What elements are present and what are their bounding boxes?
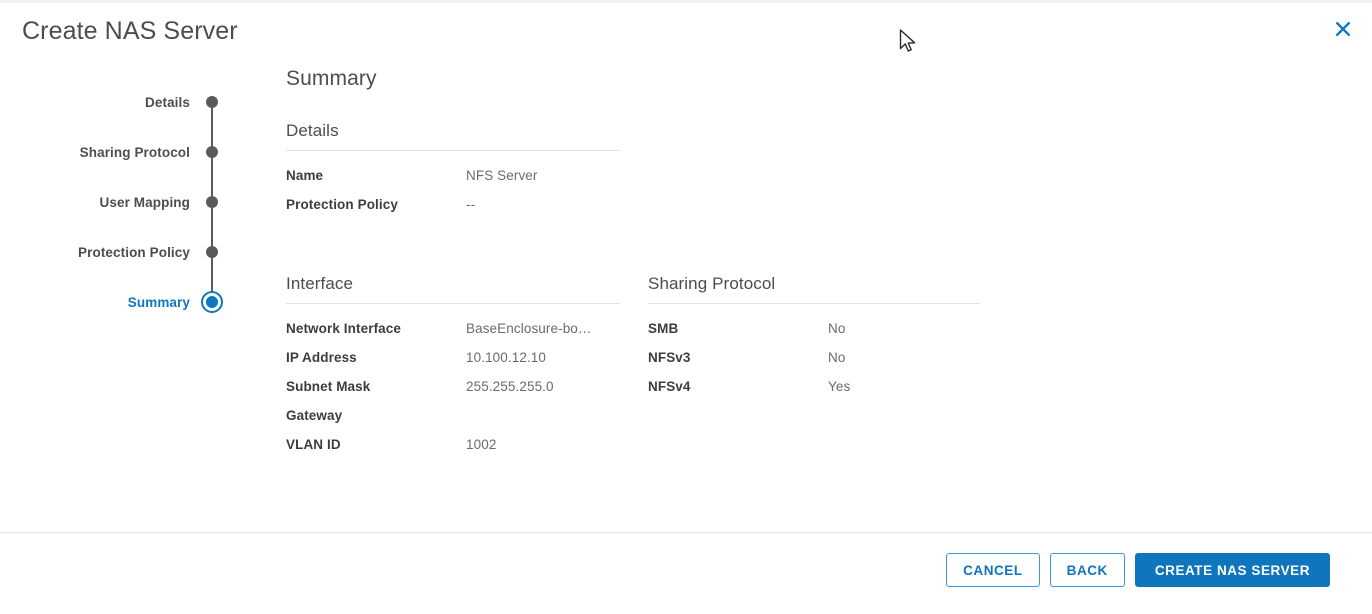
create-nas-server-dialog: Create NAS Server Details Sharing Protoc…: [0, 0, 1372, 614]
footer-actions: CANCEL BACK CREATE NAS SERVER: [946, 553, 1330, 587]
detail-value: 10.100.12.10: [466, 350, 547, 365]
detail-row: SMB No: [648, 321, 980, 350]
detail-key: Gateway: [286, 408, 343, 423]
page-title: Create NAS Server: [22, 17, 238, 45]
section-title: Sharing Protocol: [648, 274, 980, 304]
detail-value: --: [466, 197, 476, 212]
detail-key: Name: [286, 168, 324, 183]
close-icon[interactable]: [1328, 14, 1358, 44]
dialog-footer: CANCEL BACK CREATE NAS SERVER: [0, 532, 1372, 614]
detail-value: BaseEnclosure-bo…: [466, 321, 592, 336]
section-details: Details Name NFS Server Protection Polic…: [286, 121, 620, 226]
stepper-item-user-mapping[interactable]: User Mapping: [0, 177, 250, 246]
detail-value: No: [828, 321, 846, 336]
stepper-dot-icon: [206, 96, 218, 108]
detail-row: Subnet Mask 255.255.255.0: [286, 379, 620, 408]
stepper-item-label: Protection Policy: [78, 244, 190, 260]
summary-content: Summary Details Name NFS Server Protecti…: [286, 61, 1372, 532]
detail-value: 255.255.255.0: [466, 379, 554, 394]
detail-row: Gateway: [286, 408, 620, 437]
detail-row: Protection Policy --: [286, 197, 620, 226]
stepper-item-label: Summary: [127, 294, 190, 310]
detail-key: NFSv3: [648, 350, 691, 365]
interface-list: Network Interface BaseEnclosure-bo… IP A…: [286, 321, 620, 466]
detail-row: NFSv3 No: [648, 350, 980, 379]
section-title: Details: [286, 121, 620, 151]
detail-value: NFS Server: [466, 168, 538, 183]
cancel-button[interactable]: CANCEL: [946, 553, 1040, 587]
detail-key: Subnet Mask: [286, 379, 371, 394]
detail-key: VLAN ID: [286, 437, 341, 452]
detail-row: IP Address 10.100.12.10: [286, 350, 620, 379]
detail-key: Protection Policy: [286, 197, 398, 212]
detail-row: Network Interface BaseEnclosure-bo…: [286, 321, 620, 350]
stepper-item-protection-policy[interactable]: Protection Policy: [0, 227, 250, 296]
back-button[interactable]: BACK: [1049, 553, 1125, 587]
stepper-item-details[interactable]: Details: [0, 77, 250, 146]
stepper-item-label: Details: [145, 94, 190, 110]
stepper-dot-icon: [206, 196, 218, 208]
detail-key: NFSv4: [648, 379, 691, 394]
section-title: Interface: [286, 274, 620, 304]
stepper-item-sharing-protocol[interactable]: Sharing Protocol: [0, 127, 250, 196]
detail-key: Network Interface: [286, 321, 401, 336]
detail-key: IP Address: [286, 350, 357, 365]
detail-value: No: [828, 350, 846, 365]
content-heading: Summary: [286, 67, 377, 90]
stepper-dot-icon: [206, 246, 218, 258]
stepper-dot-icon: [206, 146, 218, 158]
detail-row: Name NFS Server: [286, 168, 620, 197]
stepper-item-label: User Mapping: [99, 194, 190, 210]
wizard-stepper: Details Sharing Protocol User Mapping Pr…: [0, 77, 250, 327]
detail-list: Name NFS Server Protection Policy --: [286, 168, 620, 226]
stepper-dot-icon-active: [203, 293, 221, 311]
detail-value: Yes: [828, 379, 851, 394]
detail-row: VLAN ID 1002: [286, 437, 620, 466]
section-sharing-protocol: Sharing Protocol SMB No NFSv3 No NFSv4 Y…: [648, 274, 980, 408]
detail-key: SMB: [648, 321, 679, 336]
create-nas-server-button[interactable]: CREATE NAS SERVER: [1134, 553, 1330, 587]
detail-row: NFSv4 Yes: [648, 379, 980, 408]
sharing-protocol-list: SMB No NFSv3 No NFSv4 Yes: [648, 321, 980, 408]
stepper-item-label: Sharing Protocol: [79, 144, 190, 160]
detail-value: 1002: [466, 437, 497, 452]
section-interface: Interface Network Interface BaseEnclosur…: [286, 274, 620, 466]
dialog-header: Create NAS Server: [0, 3, 1372, 61]
stepper-item-summary[interactable]: Summary: [0, 277, 250, 327]
